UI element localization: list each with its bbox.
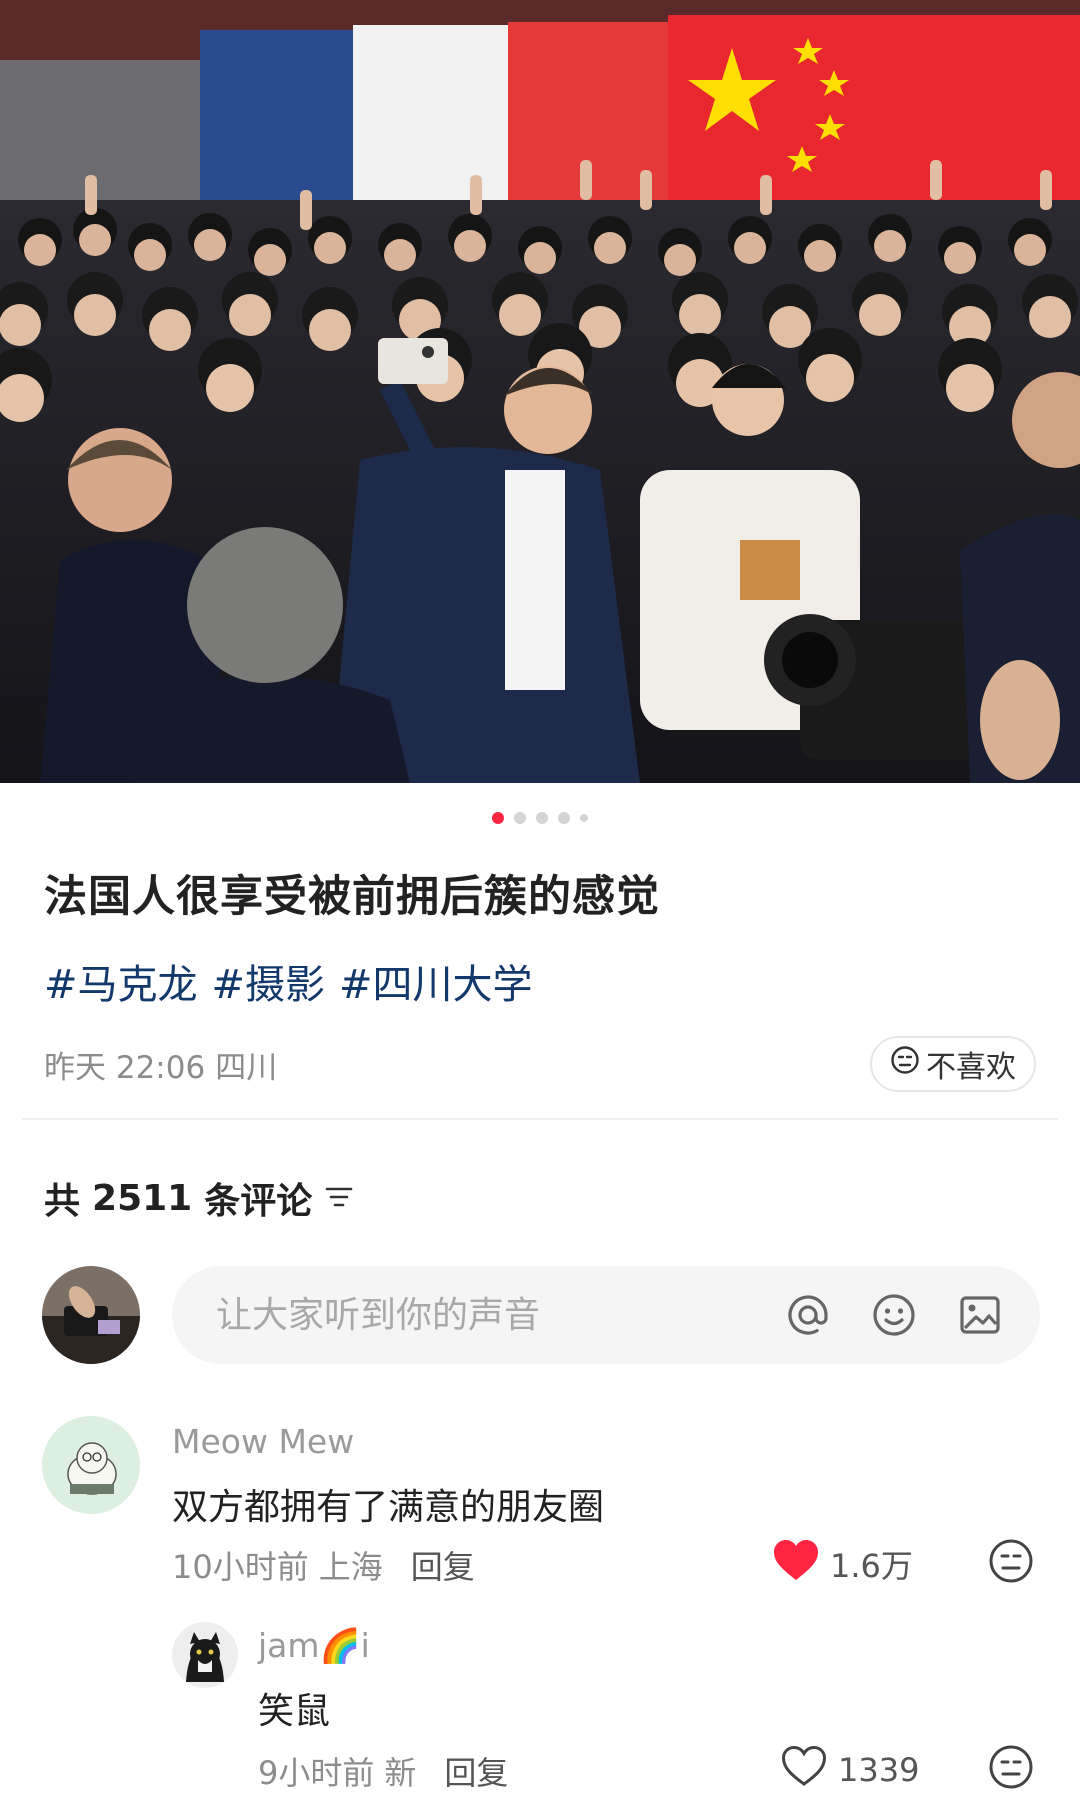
tag-link[interactable]: #四川大学 bbox=[339, 952, 533, 1010]
comment-avatar[interactable] bbox=[42, 1416, 140, 1514]
tag-link[interactable]: #摄影 bbox=[212, 952, 326, 1010]
heart-outline-icon bbox=[780, 1744, 828, 1796]
comment-item: jam🌈i 笑鼠 9小时前 新 回复 1339 bbox=[0, 1620, 1080, 1806]
dislike-button[interactable]: 不喜欢 bbox=[870, 1036, 1036, 1092]
comment-text: 笑鼠 bbox=[258, 1691, 331, 1732]
my-avatar[interactable] bbox=[42, 1266, 140, 1364]
divider bbox=[22, 1118, 1058, 1120]
image-icon[interactable] bbox=[956, 1291, 1004, 1339]
comment-location: 新 bbox=[384, 1754, 417, 1792]
reply-button[interactable]: 回复 bbox=[411, 1542, 475, 1588]
comment-avatar[interactable] bbox=[172, 1622, 238, 1688]
comment-time: 9小时前 bbox=[258, 1754, 375, 1792]
post-image[interactable] bbox=[0, 0, 1080, 783]
dislike-face-icon bbox=[890, 1045, 920, 1083]
comments-count-prefix: 共 bbox=[44, 1181, 81, 1222]
comment-input[interactable] bbox=[214, 1293, 784, 1337]
like-button[interactable]: 1339 bbox=[780, 1744, 919, 1796]
comment-time: 10小时前 bbox=[172, 1548, 309, 1586]
comments-header: 共 2511 条评论 bbox=[44, 1172, 354, 1224]
page-dot-active[interactable] bbox=[492, 812, 504, 824]
post-location: 四川 bbox=[215, 1050, 278, 1086]
post-meta: 昨天 22:06 四川 bbox=[44, 1042, 277, 1087]
dislike-face-icon[interactable] bbox=[988, 1538, 1034, 1588]
page-dot[interactable] bbox=[514, 812, 526, 824]
dislike-face-icon[interactable] bbox=[988, 1744, 1034, 1794]
comment-location: 上海 bbox=[318, 1548, 383, 1586]
post-title: 法国人很享受被前拥后簇的感觉 bbox=[44, 872, 660, 922]
like-button[interactable]: 1.6万 bbox=[772, 1538, 913, 1590]
page-dot[interactable] bbox=[558, 812, 570, 824]
page-dot[interactable] bbox=[536, 812, 548, 824]
like-count: 1.6万 bbox=[830, 1547, 913, 1585]
comment-text: 双方都拥有了满意的朋友圈 bbox=[172, 1487, 605, 1528]
post-date: 昨天 22:06 bbox=[44, 1050, 206, 1086]
comment-meta: 9小时前 新 回复 bbox=[258, 1748, 508, 1794]
post-photo bbox=[0, 0, 1080, 783]
comment-meta: 10小时前 上海 回复 bbox=[172, 1542, 475, 1588]
comments-count: 2511 bbox=[92, 1177, 193, 1219]
comment-username[interactable]: jam🌈i bbox=[258, 1626, 370, 1666]
like-count: 1339 bbox=[838, 1751, 920, 1789]
sort-icon[interactable] bbox=[324, 1178, 354, 1219]
page-dot[interactable] bbox=[580, 814, 588, 822]
comment-input-box[interactable] bbox=[172, 1266, 1040, 1364]
reply-button[interactable]: 回复 bbox=[444, 1748, 508, 1794]
comment-username[interactable]: Meow Mew bbox=[172, 1422, 354, 1461]
image-pagination bbox=[0, 812, 1080, 824]
at-icon[interactable] bbox=[784, 1291, 832, 1339]
dislike-label: 不喜欢 bbox=[926, 1050, 1016, 1085]
tag-link[interactable]: #马克龙 bbox=[44, 952, 198, 1010]
heart-icon bbox=[772, 1538, 820, 1590]
emoji-icon[interactable] bbox=[870, 1291, 918, 1339]
tag-list: #马克龙 #摄影 #四川大学 bbox=[44, 952, 533, 1010]
comment-item: Meow Mew 双方都拥有了满意的朋友圈 10小时前 上海 回复 1.6万 bbox=[0, 1414, 1080, 1594]
comments-count-suffix: 条评论 bbox=[204, 1181, 313, 1222]
